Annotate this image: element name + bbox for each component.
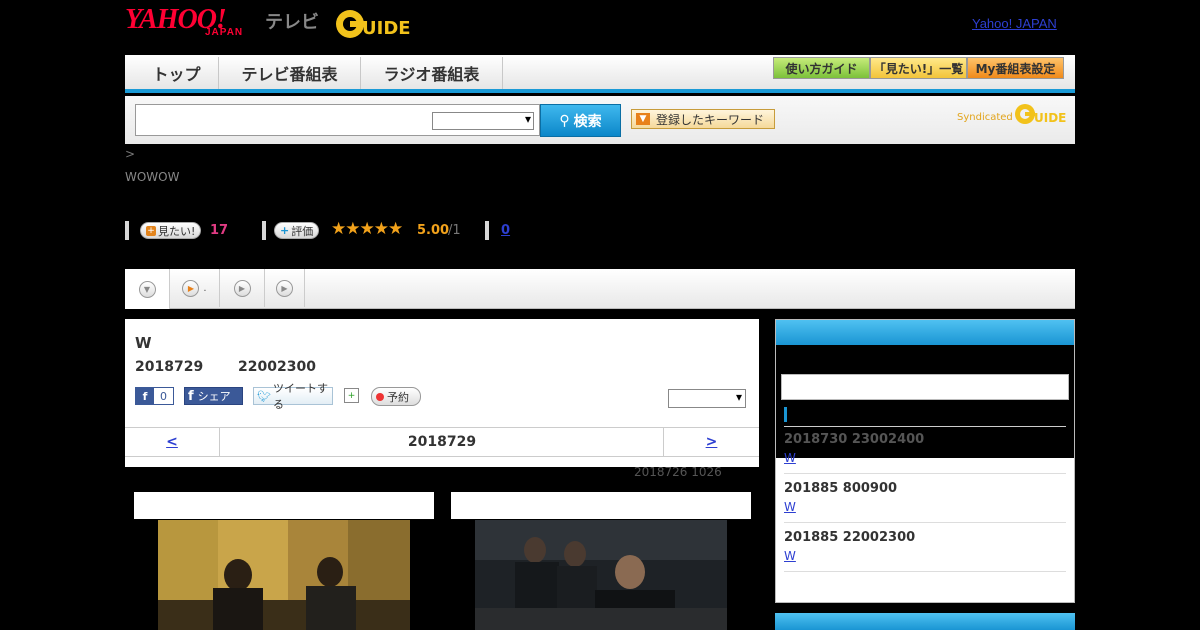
play-icon: ▶ [233, 279, 251, 297]
tv-label[interactable]: テレビ [265, 8, 319, 34]
divider [784, 571, 1066, 572]
yahoo-japan-link[interactable]: Yahoo! JAPAN [972, 16, 1057, 31]
sidebar-input[interactable] [781, 374, 1069, 400]
my-schedule-button[interactable]: My番組表設定 [967, 57, 1064, 79]
search-button[interactable]: ⚲ 検索 [540, 104, 621, 137]
program-link[interactable]: W [784, 500, 796, 514]
air-date: 2018729 [135, 359, 204, 375]
svg-text:UIDE: UIDE [362, 18, 411, 39]
want-button[interactable]: + 見たい! [140, 222, 202, 239]
card-header [134, 492, 434, 519]
registered-keyword-label: 登録したキーワード [656, 112, 765, 127]
guide-button[interactable]: 使い方ガイド [773, 57, 870, 79]
search-icon: ⚲ [559, 112, 570, 129]
syndicated-label: Syndicated [957, 112, 1013, 123]
rate-button[interactable]: + 評価 [274, 222, 320, 239]
related-programs-sidebar: 2018730 23002400 W 201885 800900 W 20188… [775, 319, 1075, 603]
nav-tab-radio[interactable]: ラジオ番組表 [361, 57, 503, 89]
next-date-link[interactable]: > [663, 428, 759, 456]
tab-reviews[interactable]: ▶ [265, 269, 305, 307]
play-icon: ▶ [182, 279, 200, 297]
twitter-bird-icon: 🐦︎ [257, 389, 271, 403]
play-icon: ▶ [276, 279, 293, 297]
record-button[interactable]: 予約 [371, 387, 421, 406]
want-button-label: 見たい! [158, 224, 196, 238]
list-item: 201885 22002300 W [776, 524, 1074, 573]
list-item: 201885 800900 W [776, 475, 1074, 524]
star-rating: ★★★★★ [331, 219, 403, 239]
record-dot-icon [376, 392, 384, 401]
nav-tab-top[interactable]: トップ [135, 57, 219, 89]
date-navigation: < 2018729 > [125, 427, 759, 457]
program-tab-strip: ▼ ▶ . ▶ ▶ [125, 269, 1075, 309]
record-label: 予約 [387, 390, 409, 404]
schedule-date: 201885 800900 [784, 481, 898, 496]
tweet-button[interactable]: 🐦︎ ツイートする [253, 382, 333, 411]
sidebar-header-2 [775, 613, 1075, 630]
divider [784, 473, 1066, 474]
schedule-date: 2018730 23002400 [784, 432, 925, 447]
facebook-icon: f [188, 388, 194, 404]
facebook-like-count: 0 [160, 389, 167, 403]
program-link[interactable]: W [784, 451, 796, 465]
program-link[interactable]: W [784, 549, 796, 563]
facebook-share-label: シェア [197, 390, 231, 403]
scene-photo-2 [475, 520, 727, 630]
dropdown-arrow-icon: ▼ [636, 113, 650, 125]
list-item: 2018730 23002400 W [776, 426, 1074, 475]
section-marker [784, 407, 787, 422]
current-date: 2018729 [407, 434, 477, 450]
rating-count: /1 [448, 223, 461, 238]
breadcrumb[interactable]: > [125, 147, 135, 161]
gguide-logo[interactable]: UIDE [334, 8, 430, 40]
plus-icon: + [146, 225, 156, 236]
panel-select[interactable] [668, 389, 746, 408]
rate-button-label: 評価 [291, 224, 314, 238]
chevron-down-icon: ▼ [138, 280, 156, 298]
scene-photo-1 [158, 520, 410, 630]
air-time: 22002300 [238, 359, 316, 375]
updated-timestamp: 2018726 1026 [634, 465, 722, 479]
tab-info[interactable]: ▶ . [170, 269, 220, 307]
facebook-share-button[interactable]: f シェア [184, 387, 243, 405]
comment-count-link[interactable]: 0 [501, 223, 510, 238]
search-category-select[interactable] [432, 112, 534, 130]
calendar-add-icon[interactable]: + [344, 388, 359, 403]
divider [262, 221, 266, 240]
prev-date-link[interactable]: < [125, 428, 220, 456]
want-count: 17 [210, 223, 229, 238]
tab-details[interactable]: ▼ [125, 269, 170, 309]
want-list-button[interactable]: 「見たい!」一覧 [870, 57, 967, 79]
facebook-icon: f [136, 388, 154, 404]
japan-logo: JAPAN [205, 27, 244, 38]
sidebar-header [776, 320, 1074, 345]
tab-dot: . [203, 282, 207, 294]
plus-icon: + [280, 224, 290, 237]
global-nav: トップ テレビ番組表 ラジオ番組表 使い方ガイド 「見たい!」一覧 My番組表設… [125, 55, 1075, 93]
program-panel: W 2018729 22002300 f 0 f シェア 🐦︎ ツイートする +… [125, 319, 759, 467]
divider [125, 221, 129, 240]
search-bar: ⚲ 検索 ▼ 登録したキーワード Syndicated UIDE [125, 96, 1075, 144]
channel-name: WOWOW [125, 170, 180, 184]
svg-text:UIDE: UIDE [1034, 111, 1066, 125]
facebook-like-button[interactable]: f 0 [135, 387, 174, 405]
divider [784, 522, 1066, 523]
schedule-date: 201885 22002300 [784, 530, 916, 545]
rating-score: 5.00 [417, 223, 450, 238]
nav-tab-tv[interactable]: テレビ番組表 [219, 57, 361, 89]
program-title: W [135, 334, 152, 352]
card-header [451, 492, 751, 519]
registered-keyword-button[interactable]: ▼ 登録したキーワード [631, 109, 775, 129]
divider [485, 221, 489, 240]
search-button-label: 検索 [573, 113, 602, 130]
tweet-label: ツイートする [272, 382, 328, 411]
tab-related[interactable]: ▶ [220, 269, 265, 307]
gguide-small-logo: UIDE [1015, 104, 1066, 125]
